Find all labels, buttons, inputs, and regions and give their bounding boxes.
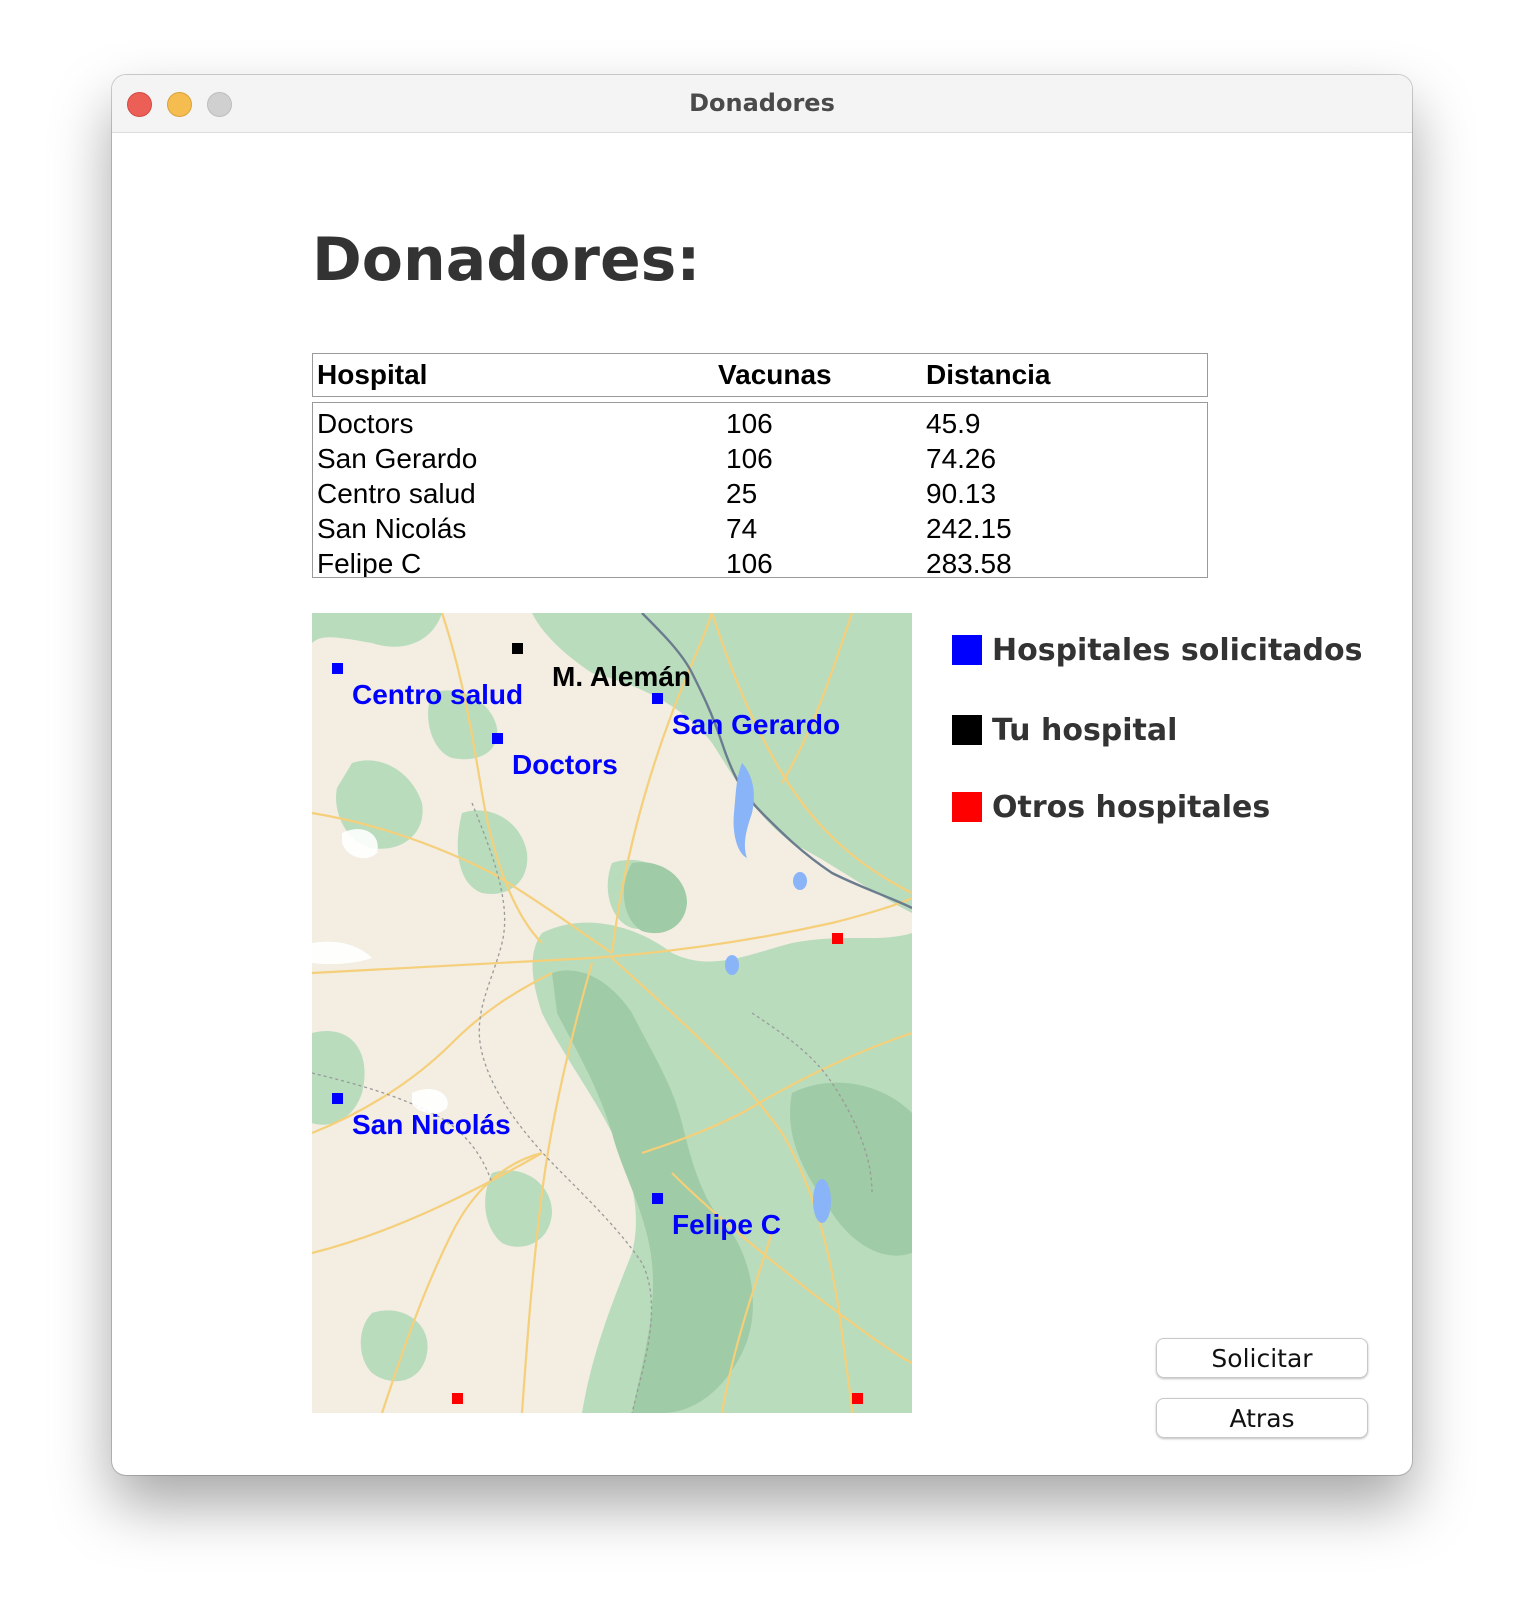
atras-button[interactable]: Atras <box>1156 1398 1368 1438</box>
column-header-distancia[interactable]: Distancia <box>926 359 1051 391</box>
label-san-nicolas: San Nicolás <box>352 1109 511 1140</box>
window-title: Donadores <box>689 89 835 117</box>
vacunas-cell: 74 <box>726 513 758 544</box>
page-title: Donadores: <box>312 225 701 295</box>
label-m-aleman: M. Alemán <box>552 661 691 692</box>
legend-own-swatch <box>952 715 982 745</box>
marker-other-hospital[interactable] <box>452 1393 463 1404</box>
hospital-cell: Felipe C <box>317 548 422 578</box>
vacunas-cell: 106 <box>726 408 773 439</box>
legend-other-label: Otros hospitales <box>992 790 1271 825</box>
solicitar-button[interactable]: Solicitar <box>1156 1338 1368 1378</box>
legend-own-label: Tu hospital <box>992 713 1178 748</box>
legend-requested-label: Hospitales solicitados <box>992 633 1363 668</box>
hospital-cell: San Nicolás <box>317 513 467 544</box>
table-header: Hospital Vacunas Distancia <box>312 353 1208 397</box>
distancia-cell: 90.13 <box>926 478 997 509</box>
table-row[interactable]: San Nicolás 74 242.15 <box>313 511 1207 547</box>
vacunas-cell: 106 <box>726 443 773 474</box>
hospital-map[interactable]: Centro salud M. Alemán San Gerardo Docto… <box>312 613 912 1413</box>
table-row[interactable]: Doctors 106 45.9 <box>313 406 1207 442</box>
label-centro-salud: Centro salud <box>352 679 524 710</box>
distancia-cell: 242.15 <box>926 513 1012 544</box>
vacunas-cell: 25 <box>726 478 758 509</box>
hospital-cell: Doctors <box>317 408 414 439</box>
label-doctors: Doctors <box>512 749 618 780</box>
distancia-cell: 74.26 <box>926 443 997 474</box>
column-header-vacunas[interactable]: Vacunas <box>718 359 832 391</box>
marker-san-nicolas[interactable] <box>332 1093 343 1104</box>
marker-m-aleman[interactable] <box>512 643 523 654</box>
label-san-gerardo: San Gerardo <box>672 709 841 740</box>
table-row[interactable]: San Gerardo 106 74.26 <box>313 441 1207 477</box>
marker-san-gerardo[interactable] <box>652 693 663 704</box>
legend-other-swatch <box>952 792 982 822</box>
title-bar: Donadores <box>112 75 1412 133</box>
vacunas-cell: 106 <box>726 548 773 578</box>
table-row[interactable]: Felipe C 106 283.58 <box>313 546 1207 578</box>
marker-centro-salud[interactable] <box>332 663 343 674</box>
distancia-cell: 45.9 <box>926 408 981 439</box>
marker-doctors[interactable] <box>492 733 503 744</box>
marker-felipe-c[interactable] <box>652 1193 663 1204</box>
label-felipe-c: Felipe C <box>672 1209 781 1240</box>
table-row[interactable]: Centro salud 25 90.13 <box>313 476 1207 512</box>
donadores-window: Donadores Donadores: Hospital Vacunas Di… <box>112 75 1412 1475</box>
legend-requested-swatch <box>952 635 982 665</box>
donors-table[interactable]: Doctors 106 45.9 San Gerardo 106 74.26 C… <box>312 402 1208 578</box>
distancia-cell: 283.58 <box>926 548 1012 578</box>
marker-other-hospital[interactable] <box>832 933 843 944</box>
hospital-cell: Centro salud <box>317 478 476 509</box>
hospital-cell: San Gerardo <box>317 443 478 474</box>
marker-other-hospital[interactable] <box>852 1393 863 1404</box>
column-header-hospital[interactable]: Hospital <box>317 359 427 391</box>
